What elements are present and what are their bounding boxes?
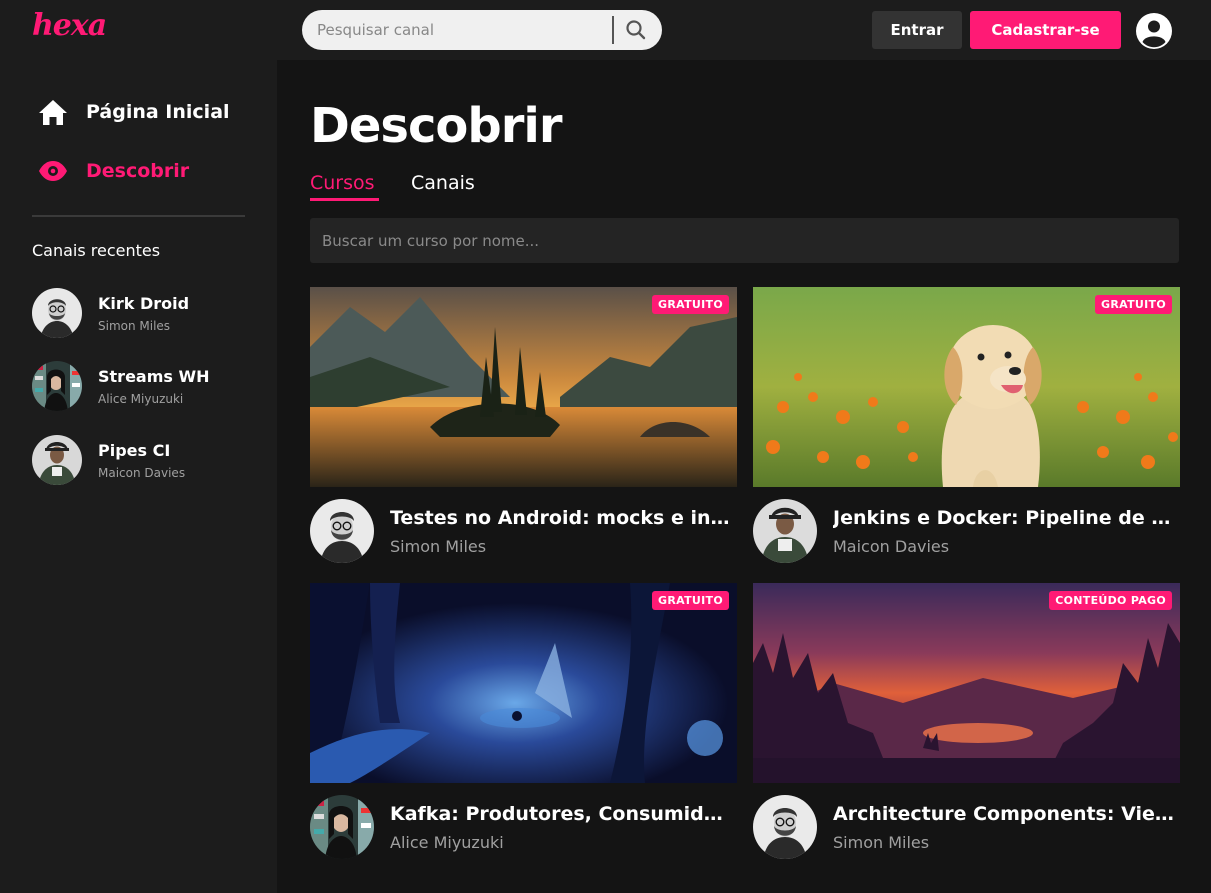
channel-search-box [302,10,662,50]
channel-author: Maicon Davies [98,465,186,480]
avatar [32,361,82,411]
course-badge: GRATUITO [652,591,729,610]
course-badge: CONTEÚDO PAGO [1049,591,1172,610]
avatar [32,435,82,485]
author-avatar[interactable] [753,499,817,563]
user-menu-button[interactable] [1135,12,1173,50]
course-title[interactable]: Kafka: Produtores, Consumidor… [390,803,735,825]
channel-name: Pipes CI [98,440,171,460]
tab-courses[interactable]: Cursos [310,172,375,194]
author-avatar[interactable] [310,499,374,563]
author-avatar[interactable] [310,795,374,859]
sidebar-divider [32,215,245,217]
signup-button[interactable]: Cadastrar-se [970,11,1121,49]
course-card[interactable]: GRATUITO Testes no Android: mocks e int…… [310,287,737,567]
recent-channel-item[interactable]: Kirk Droid Simon Miles [32,288,189,338]
active-tab-indicator [310,198,379,201]
channel-name: Kirk Droid [98,293,190,313]
course-title[interactable]: Architecture Components: Vie… [833,803,1178,825]
course-thumbnail[interactable]: CONTEÚDO PAGO [753,583,1180,783]
course-author: Maicon Davies [833,537,950,556]
course-title[interactable]: Testes no Android: mocks e int… [390,507,735,529]
author-avatar[interactable] [753,795,817,859]
recent-channel-item[interactable]: Pipes CI Maicon Davies [32,435,185,485]
sidebar-item-home[interactable]: Página Inicial [38,98,230,126]
search-icon [626,20,646,40]
channel-name: Streams WH [98,366,210,386]
channel-search-input[interactable] [317,10,607,50]
course-card[interactable]: GRATUITO Kafka: Produtores, Consumidor… … [310,583,737,863]
hexa-logo[interactable]: hexa [32,8,107,43]
avatar [32,288,82,338]
sidebar-item-discover[interactable]: Descobrir [38,160,189,182]
channel-author: Alice Miyuzuki [98,391,184,406]
course-author: Alice Miyuzuki [390,833,504,852]
sidebar-item-label: Descobrir [86,160,190,182]
sidebar: Página Inicial Descobrir Canais recentes… [0,60,277,893]
course-thumbnail[interactable]: GRATUITO [753,287,1180,487]
top-bar: hexa Entrar Cadastrar-se [0,0,1211,60]
home-icon [39,100,67,125]
course-badge: GRATUITO [1095,295,1172,314]
eye-icon [39,161,67,181]
course-author: Simon Miles [390,537,487,556]
tab-channels[interactable]: Canais [411,172,475,194]
recent-channel-item[interactable]: Streams WH Alice Miyuzuki [32,361,210,411]
channel-author: Simon Miles [98,318,171,333]
page-title: Descobrir [310,98,563,154]
course-card[interactable]: GRATUITO Jenkins e Docker: Pipeline de e… [753,287,1180,567]
login-button[interactable]: Entrar [872,11,962,49]
search-divider [612,16,614,44]
course-author: Simon Miles [833,833,930,852]
course-thumbnail[interactable]: GRATUITO [310,287,737,487]
sidebar-item-label: Página Inicial [86,101,230,123]
search-button[interactable] [622,16,650,44]
recent-channels-title: Canais recentes [32,241,161,260]
course-search-input[interactable] [310,218,1179,263]
course-thumbnail[interactable]: GRATUITO [310,583,737,783]
user-account-icon [1136,13,1172,49]
course-title[interactable]: Jenkins e Docker: Pipeline de e… [833,507,1178,529]
course-card[interactable]: CONTEÚDO PAGO Architecture Components: V… [753,583,1180,863]
course-badge: GRATUITO [652,295,729,314]
